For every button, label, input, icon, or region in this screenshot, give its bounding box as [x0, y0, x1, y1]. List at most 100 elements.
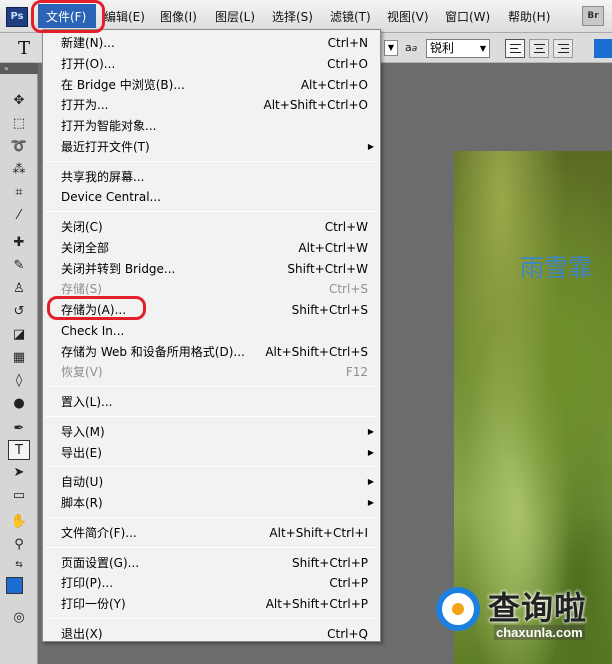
marquee-tool-icon[interactable]: ⬚ [8, 114, 30, 134]
shape-tool-icon[interactable]: ▭ [8, 486, 30, 506]
menu-item-shortcut: Alt+Shift+Ctrl+P [265, 597, 368, 611]
menu-item[interactable]: 置入(L)... [43, 392, 380, 412]
menu-item[interactable]: 页面设置(G)... Shift+Ctrl+P [43, 553, 380, 573]
file-menu-dropdown: 新建(N)... Ctrl+N 打开(O)... Ctrl+O 在 Bridge 中浏览… [42, 29, 381, 642]
menu-item[interactable]: 打开(O)... Ctrl+O [43, 54, 380, 74]
submenu-arrow-icon: ▶ [367, 426, 374, 436]
move-tool-icon[interactable]: ✥ [8, 91, 30, 111]
menu-item-label: 最近打开文件(T) [61, 139, 150, 154]
align-left-button[interactable] [505, 39, 525, 58]
menu-layer[interactable]: 图层(L) [215, 8, 255, 25]
hand-tool-icon[interactable]: ✋ [8, 512, 30, 532]
menu-help[interactable]: 帮助(H) [508, 8, 550, 25]
lasso-tool-icon[interactable]: ➰ [8, 137, 30, 157]
menu-item-shortcut: F12 [345, 365, 368, 380]
menu-item-label: 打开(O)... [61, 56, 116, 71]
menu-item[interactable]: Device Central... [43, 187, 380, 207]
menu-item[interactable]: 关闭并转到 Bridge... Shift+Ctrl+W [43, 259, 380, 279]
watermark-logo-icon [436, 587, 480, 631]
magic-wand-icon[interactable]: ⁂ [8, 160, 30, 180]
zoom-tool-icon[interactable]: ⚲ [8, 535, 30, 555]
menu-item-label: 在 Bridge 中浏览(B)... [61, 77, 185, 92]
menu-separator [45, 386, 378, 387]
align-center-button[interactable] [529, 39, 549, 58]
menu-item-label: 存储为 Web 和设备所用格式(D)... [61, 344, 245, 359]
menu-item-shortcut: Ctrl+W [324, 220, 368, 234]
panel-collapse-icon[interactable]: » [0, 63, 38, 74]
canvas-text-layer: 雨雪霏 [520, 254, 592, 282]
menu-item[interactable]: 打开为智能对象... [43, 116, 380, 136]
menu-filter[interactable]: 滤镜(T) [330, 8, 371, 25]
menu-item[interactable]: 自动(U) ▶ [43, 472, 380, 492]
menu-item-label: 新建(N)... [61, 36, 115, 50]
clone-stamp-icon[interactable]: ♙ [8, 279, 30, 299]
menu-item[interactable]: 新建(N)... Ctrl+N [43, 33, 380, 53]
menu-item[interactable]: 在 Bridge 中浏览(B)... Alt+Ctrl+O [43, 75, 380, 95]
file-menu-highlight-oval [31, 0, 105, 33]
menu-item-shortcut: Alt+Shift+Ctrl+S [265, 344, 368, 359]
menu-item[interactable]: 退出(X) Ctrl+Q [43, 624, 380, 644]
menu-item-label: 文件简介(F)... [61, 525, 137, 540]
photoshop-logo: Ps [6, 7, 28, 27]
menu-window[interactable]: 窗口(W) [445, 8, 490, 25]
antialias-icon: aa [405, 41, 418, 54]
type-tool-preset-icon[interactable]: T [18, 38, 30, 59]
menu-item[interactable]: 导出(E) ▶ [43, 443, 380, 463]
align-right-button[interactable] [553, 39, 573, 58]
menu-item[interactable]: 存储为 Web 和设备所用格式(D)... Alt+Shift+Ctrl+S [43, 342, 380, 362]
menu-item[interactable]: 文件简介(F)... Alt+Shift+Ctrl+I [43, 523, 380, 543]
watermark-text: 查询啦 [488, 589, 588, 627]
text-color-swatch[interactable] [594, 39, 612, 58]
menu-item-label: 关闭(C) [61, 220, 103, 234]
eraser-icon[interactable]: ◪ [8, 325, 30, 345]
menu-item-label: 退出(X) [61, 626, 103, 641]
dodge-tool-icon[interactable]: ● [8, 394, 30, 414]
quick-mask-icon[interactable]: ◎ [8, 608, 30, 628]
menu-item[interactable]: 恢复(V) F12 [43, 362, 380, 382]
blur-tool-icon[interactable]: ◊ [8, 371, 30, 391]
menu-item[interactable]: 关闭(C) Ctrl+W [43, 217, 380, 237]
menu-item-label: 导出(E) [61, 445, 102, 460]
history-brush-icon[interactable]: ↺ [8, 302, 30, 322]
antialias-select[interactable]: 锐利 ▼ [426, 39, 490, 58]
gradient-tool-icon[interactable]: ▦ [8, 348, 30, 368]
menu-edit[interactable]: 编辑(E) [104, 8, 145, 25]
crop-tool-icon[interactable]: ⌗ [8, 183, 30, 203]
eyedropper-icon[interactable]: ⁄ [8, 206, 30, 226]
save-as-highlight-oval [47, 296, 146, 320]
menu-item-label: 置入(L)... [61, 395, 113, 409]
menu-separator [45, 466, 378, 468]
path-select-icon[interactable]: ➤ [8, 463, 30, 483]
menu-item[interactable]: 最近打开文件(T) ▶ [43, 137, 380, 157]
type-tool-icon[interactable]: T [8, 440, 30, 460]
brush-tool-icon[interactable]: ✎ [8, 256, 30, 276]
menu-item-label: 恢复(V) [61, 365, 103, 380]
menu-item-shortcut: Ctrl+P [329, 576, 368, 591]
antialias-value: 锐利 [430, 41, 455, 55]
menu-item[interactable]: Check In... [43, 321, 380, 341]
menu-item-label: 页面设置(G)... [61, 555, 140, 570]
swap-colors-icon[interactable]: ⇆ [8, 555, 30, 575]
menu-item[interactable]: 关闭全部 Alt+Ctrl+W [43, 238, 380, 258]
menu-item[interactable]: 共享我的屏幕... [43, 167, 380, 187]
menu-image[interactable]: 图像(I) [160, 8, 197, 25]
menu-item[interactable]: 打印一份(Y) Alt+Shift+Ctrl+P [43, 594, 380, 614]
menu-item-label: Device Central... [61, 190, 161, 205]
font-size-dropdown[interactable]: ▼ [384, 40, 398, 56]
menu-separator [45, 546, 378, 548]
menu-item-shortcut: Ctrl+S [328, 282, 368, 297]
menu-item[interactable]: 导入(M) ▶ [43, 422, 380, 442]
menu-separator [45, 415, 378, 417]
submenu-arrow-icon: ▶ [367, 477, 374, 487]
menu-item[interactable]: 脚本(R) ▶ [43, 493, 380, 513]
menu-select[interactable]: 选择(S) [272, 8, 313, 25]
healing-brush-icon[interactable]: ✚ [8, 233, 30, 253]
menu-item[interactable]: 打印(P)... Ctrl+P [43, 573, 380, 593]
watermark-url: chaxunla.com [494, 625, 585, 640]
pen-tool-icon[interactable]: ✒ [8, 419, 30, 439]
menu-item-label: 导入(M) [61, 424, 105, 439]
menu-item[interactable]: 打开为... Alt+Shift+Ctrl+O [43, 95, 380, 115]
foreground-color-swatch[interactable] [6, 577, 23, 594]
menu-view[interactable]: 视图(V) [387, 8, 429, 25]
bridge-button[interactable]: Br [582, 6, 604, 26]
